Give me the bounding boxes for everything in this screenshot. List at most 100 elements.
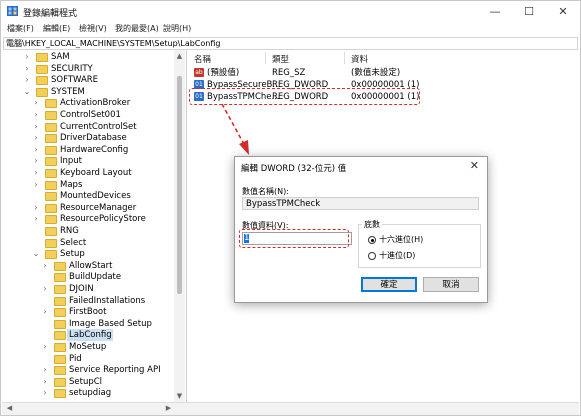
scroll-left-icon[interactable]: ◀: [4, 403, 15, 413]
tree-item-failedinstallations[interactable]: FailedInstallations: [2, 295, 174, 307]
tree-item-label: HardwareConfig: [60, 144, 129, 155]
minimize-button[interactable]: —: [478, 1, 512, 22]
chevron-right-icon[interactable]: ›: [32, 97, 40, 109]
chevron-right-icon[interactable]: ›: [41, 387, 49, 399]
maximize-button[interactable]: ☐: [512, 1, 546, 22]
tree-item-rng[interactable]: RNG: [2, 225, 174, 237]
tree-item-maps[interactable]: › Maps: [2, 179, 174, 191]
chevron-right-icon[interactable]: ›: [32, 155, 40, 167]
chevron-right-icon[interactable]: ›: [41, 306, 49, 318]
chevron-right-icon[interactable]: ›: [32, 213, 40, 225]
tree-item-pid[interactable]: Pid: [2, 353, 174, 365]
chevron-right-icon[interactable]: ›: [32, 121, 40, 133]
hex-radio-label[interactable]: 十六進位(H): [379, 234, 423, 245]
close-button[interactable]: ✕: [546, 1, 580, 22]
folder-icon: [45, 203, 57, 213]
tree-item-buildupdate[interactable]: BuildUpdate: [2, 271, 174, 283]
chevron-right-icon[interactable]: ›: [23, 51, 31, 63]
dialog-title: 編輯 DWORD (32-位元) 值: [241, 164, 347, 174]
menu-help[interactable]: 說明(H): [163, 23, 191, 34]
tree-item-label: DJOIN: [69, 284, 94, 294]
chevron-right-icon[interactable]: ›: [41, 364, 49, 376]
tree-item-security[interactable]: › SECURITY: [2, 63, 174, 75]
tree-scroll-thumb[interactable]: [177, 76, 182, 294]
folder-icon: [45, 134, 57, 144]
tree-item-label: DriverDatabase: [60, 133, 127, 144]
chevron-right-icon[interactable]: ›: [23, 63, 31, 75]
ok-button[interactable]: 確定: [361, 277, 417, 292]
chevron-right-icon[interactable]: ›: [32, 167, 40, 179]
tree-item-currentcontrolset[interactable]: › CurrentControlSet: [2, 121, 174, 133]
tree-item-resourcemanager[interactable]: › ResourceManager: [2, 202, 174, 214]
registry-tree: › SAM › SECURITY › SOFTWARE ⌄ SYSTEM › Activation…: [2, 50, 187, 402]
tree-item-mounteddevices[interactable]: MountedDevices: [2, 190, 174, 202]
tree-item-setupdiag[interactable]: › setupdiag: [2, 387, 174, 399]
chevron-right-icon[interactable]: ›: [32, 144, 40, 156]
tree-item-labconfig[interactable]: LabConfig: [2, 329, 174, 342]
no-expander: [32, 237, 40, 249]
scroll-up-icon[interactable]: ▲: [174, 51, 185, 61]
tree-item-image-based-setup[interactable]: Image Based Setup: [2, 318, 174, 330]
folder-icon: [45, 99, 57, 109]
tree-item-select[interactable]: Select: [2, 237, 174, 249]
scroll-right-icon[interactable]: ▶: [163, 403, 174, 413]
tree-item-keyboard-layout[interactable]: › Keyboard Layout: [2, 167, 174, 179]
tree-item-label: SetupCl: [69, 376, 103, 387]
folder-icon: [45, 157, 57, 167]
chevron-down-icon[interactable]: ⌄: [23, 86, 31, 98]
address-bar[interactable]: 電腦\HKEY_LOCAL_MACHINE\SYSTEM\Setup\LabCo…: [3, 37, 578, 50]
tree-item-label: Service Reporting API: [69, 365, 161, 376]
tree-item-activationbroker[interactable]: › ActivationBroker: [2, 97, 174, 109]
menu-view[interactable]: 檢視(V): [79, 23, 107, 34]
no-expander: [41, 295, 49, 307]
cancel-button[interactable]: 取消: [423, 277, 479, 292]
menu-favorites[interactable]: 我的最愛(A): [115, 23, 159, 34]
tree-item-setup[interactable]: ⌄ Setup: [2, 248, 174, 260]
chevron-right-icon[interactable]: ›: [32, 202, 40, 214]
tree-item-mosetup[interactable]: › MoSetup: [2, 341, 174, 353]
chevron-right-icon[interactable]: ›: [32, 109, 40, 121]
tree-item-service-reporting-api[interactable]: › Service Reporting API: [2, 364, 174, 376]
chevron-right-icon[interactable]: ›: [41, 341, 49, 353]
tree-item-input[interactable]: › Input: [2, 155, 174, 167]
value-row[interactable]: ab (預設值) REG_SZ (數值未設定): [194, 67, 574, 79]
chevron-down-icon[interactable]: ⌄: [32, 248, 40, 260]
window-title: 登錄編輯程式: [23, 9, 78, 19]
tree-item-firstboot[interactable]: › FirstBoot: [2, 306, 174, 318]
chevron-right-icon[interactable]: ›: [32, 132, 40, 144]
column-header-data[interactable]: 資料: [351, 53, 368, 65]
folder-icon: [36, 64, 48, 74]
tree-item-system[interactable]: ⌄ SYSTEM: [2, 86, 174, 98]
tree-item-hardwareconfig[interactable]: › HardwareConfig: [2, 144, 174, 156]
tree-item-allowstart[interactable]: › AllowStart: [2, 260, 174, 272]
tree-item-software[interactable]: › SOFTWARE: [2, 74, 174, 86]
decimal-radio-label[interactable]: 十進位(D): [379, 250, 415, 261]
chevron-right-icon[interactable]: ›: [41, 260, 49, 272]
registry-app-icon: [7, 6, 18, 16]
base-group: [358, 224, 481, 268]
tree-item-controlset001[interactable]: › ControlSet001: [2, 109, 174, 121]
no-expander: [32, 225, 40, 237]
tree-item-resourcepolicystore[interactable]: › ResourcePolicyStore: [2, 213, 174, 225]
tree-item-label: SYSTEM: [51, 86, 85, 97]
column-header-type[interactable]: 類型: [272, 53, 289, 65]
chevron-right-icon[interactable]: ›: [23, 74, 31, 86]
column-header-name[interactable]: 名稱: [194, 53, 211, 65]
tree-item-setupcl[interactable]: › SetupCl: [2, 376, 174, 388]
chevron-right-icon[interactable]: ›: [41, 283, 49, 295]
highlight-box-data-input: [239, 229, 349, 248]
menu-file[interactable]: 檔案(F): [7, 23, 34, 34]
tree-item-driverdatabase[interactable]: › DriverDatabase: [2, 132, 174, 144]
hex-radio[interactable]: [368, 236, 376, 244]
chevron-right-icon[interactable]: ›: [32, 179, 40, 191]
decimal-radio[interactable]: [368, 252, 376, 260]
tree-item-djoin[interactable]: › DJOIN: [2, 283, 174, 295]
tree-item-sam[interactable]: › SAM: [2, 51, 174, 63]
menu-edit[interactable]: 編輯(E): [43, 23, 70, 34]
dialog-close-button[interactable]: ✕: [470, 159, 479, 172]
chevron-right-icon[interactable]: ›: [41, 376, 49, 388]
no-expander: [41, 271, 49, 283]
horizontal-scrollbar[interactable]: [2, 402, 579, 415]
folder-icon: [54, 331, 66, 341]
scroll-down-icon[interactable]: ▼: [174, 391, 185, 401]
